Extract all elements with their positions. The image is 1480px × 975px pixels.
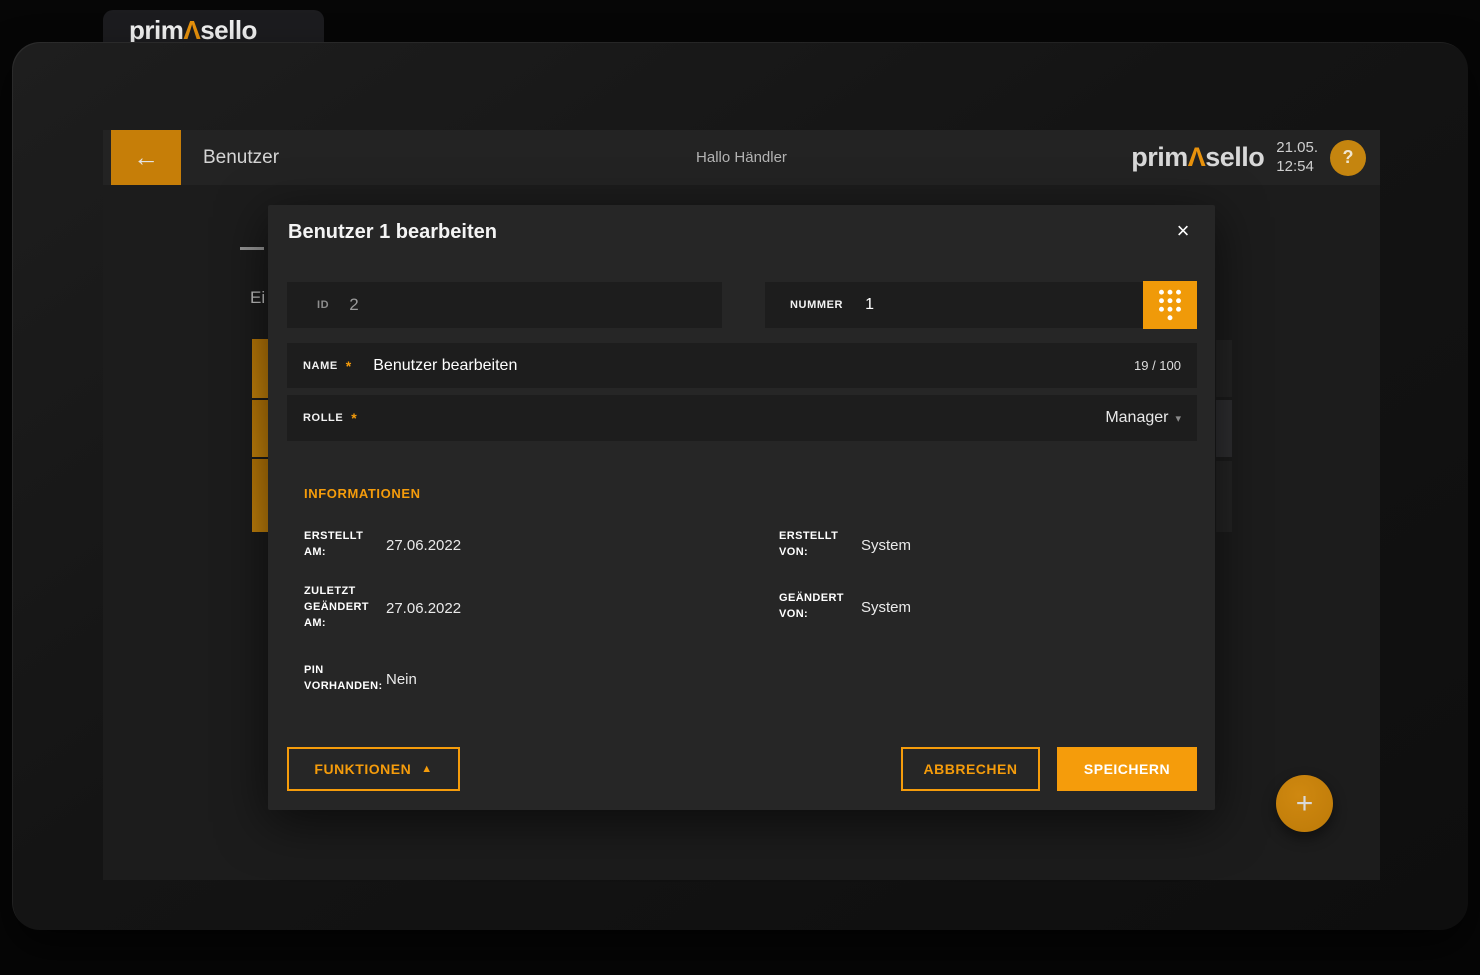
question-icon: ? xyxy=(1342,147,1354,167)
app-window: ← Benutzer Hallo Händler primΛsello 21.0… xyxy=(12,42,1468,930)
keypad-button[interactable] xyxy=(1143,281,1197,329)
close-icon: × xyxy=(1176,218,1190,243)
info-value: Nein xyxy=(386,670,417,688)
info-label: ZULETZT GEÄNDERT AM: xyxy=(304,585,369,629)
add-button[interactable]: + xyxy=(1276,775,1333,832)
info-row: ERSTELLT VON: System xyxy=(779,523,1179,567)
edit-user-dialog: Benutzer 1 bearbeiten × ID 2 NUMMER 1 NA… xyxy=(268,205,1215,810)
logo-lambda-icon: Λ xyxy=(183,14,201,45)
triangle-up-icon: ▲ xyxy=(421,763,433,775)
date-text: 21.05. xyxy=(1276,138,1318,156)
id-field: ID 2 xyxy=(287,282,722,328)
speichern-button[interactable]: SPEICHERN xyxy=(1057,747,1197,791)
abbrechen-button[interactable]: ABBRECHEN xyxy=(901,747,1040,791)
rolle-selected-value: Manager xyxy=(1105,409,1169,426)
char-counter: 19 / 100 xyxy=(1134,358,1181,373)
time-text: 12:54 xyxy=(1276,157,1314,175)
header-right: primΛsello 21.05. 12:54 ? xyxy=(1131,130,1366,185)
background-row-fragment xyxy=(1216,461,1232,532)
app-header: ← Benutzer Hallo Händler primΛsello 21.0… xyxy=(103,130,1380,185)
info-label: ERSTELLT AM: xyxy=(304,530,364,558)
nummer-field[interactable]: NUMMER 1 xyxy=(765,282,1143,328)
plus-icon: + xyxy=(1295,786,1314,820)
rolle-label: ROLLE xyxy=(303,412,344,424)
info-section-heading: INFORMATIONEN xyxy=(304,486,421,501)
funktionen-label: FUNKTIONEN xyxy=(314,761,412,777)
name-label: NAME xyxy=(303,359,338,372)
id-value: 2 xyxy=(349,295,359,314)
background-row-fragment xyxy=(1216,400,1232,457)
nummer-value: 1 xyxy=(865,296,875,313)
info-value: 27.06.2022 xyxy=(386,599,462,617)
page-title: Benutzer xyxy=(203,147,280,168)
funktionen-button[interactable]: FUNKTIONEN ▲ xyxy=(287,747,460,791)
info-row: GEÄNDERT VON: System xyxy=(779,583,1179,631)
nummer-label: NUMMER xyxy=(790,299,844,311)
back-arrow-icon: ← xyxy=(133,142,159,172)
close-button[interactable]: × xyxy=(1167,215,1199,247)
logo-part2: sello xyxy=(200,14,257,45)
background-row-fragment xyxy=(1216,340,1232,397)
info-label: PIN VORHANDEN: xyxy=(304,664,383,692)
primasello-logo: primΛsello xyxy=(129,15,257,46)
back-button[interactable]: ← xyxy=(111,130,181,185)
required-asterisk: * xyxy=(351,410,357,426)
background-tab-underline xyxy=(240,247,264,250)
info-label: ERSTELLT VON: xyxy=(779,530,839,558)
rolle-dropdown[interactable]: Manager ▾ xyxy=(1105,409,1181,427)
screen: primΛsello ← Benutzer Hallo Händler prim… xyxy=(0,0,1480,975)
logo-part1: prim xyxy=(129,14,184,45)
background-row-fragment xyxy=(252,339,268,398)
datetime: 21.05. 12:54 xyxy=(1276,139,1318,177)
info-row: ERSTELLT AM: 27.06.2022 xyxy=(304,523,734,567)
abbrechen-label: ABBRECHEN xyxy=(923,761,1018,777)
name-field[interactable]: NAME * Benutzer bearbeiten 19 / 100 xyxy=(287,343,1197,388)
background-row-fragment xyxy=(252,459,268,532)
info-value: 27.06.2022 xyxy=(386,536,462,554)
background-text-fragment: Ei xyxy=(250,288,266,307)
required-asterisk: * xyxy=(345,357,352,374)
chevron-down-icon: ▾ xyxy=(1175,412,1181,425)
help-button[interactable]: ? xyxy=(1330,139,1366,176)
dialpad-icon xyxy=(1159,289,1181,320)
info-value: System xyxy=(861,536,912,554)
info-row: ZULETZT GEÄNDERT AM: 27.06.2022 xyxy=(304,579,734,637)
dialog-title: Benutzer 1 bearbeiten xyxy=(288,221,497,243)
logo-part2: sello xyxy=(1205,142,1265,172)
logo-lambda-icon: Λ xyxy=(1187,142,1206,172)
rolle-field[interactable]: ROLLE * Manager ▾ xyxy=(287,395,1197,441)
background-row-fragment xyxy=(252,400,268,457)
speichern-label: SPEICHERN xyxy=(1083,761,1171,777)
info-label: GEÄNDERT VON: xyxy=(779,592,844,620)
id-label: ID xyxy=(317,299,330,311)
name-value: Benutzer bearbeiten xyxy=(373,356,518,374)
logo-part1: prim xyxy=(1131,142,1188,172)
info-value: System xyxy=(861,598,912,616)
info-row: PIN VORHANDEN: Nein xyxy=(304,657,734,701)
primasello-logo-header: primΛsello xyxy=(1131,142,1265,173)
